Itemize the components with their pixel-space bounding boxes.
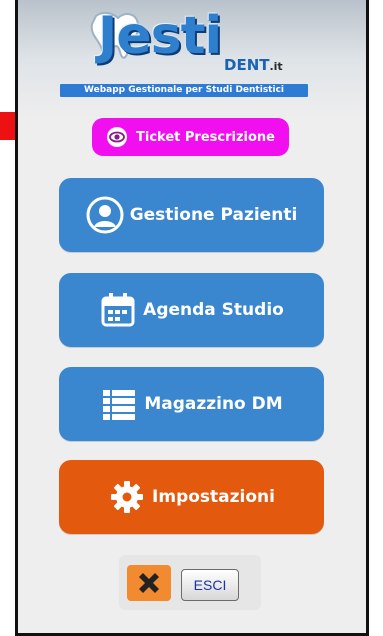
eye-icon	[106, 126, 128, 148]
impostazioni-button[interactable]: Impostazioni	[59, 460, 324, 534]
ticket-prescrizione-label: Ticket Prescrizione	[136, 129, 275, 145]
gestione-pazienti-button[interactable]: Gestione Pazienti	[59, 178, 324, 252]
gestione-pazienti-label: Gestione Pazienti	[129, 205, 298, 225]
logout-panel: ESCI	[119, 555, 261, 610]
close-icon	[139, 573, 159, 593]
agenda-studio-button[interactable]: Agenda Studio	[59, 273, 324, 347]
ticket-prescrizione-button[interactable]: Ticket Prescrizione	[92, 118, 289, 156]
esci-button[interactable]: ESCI	[181, 569, 239, 601]
logo-wordmark: Jesti	[98, 6, 222, 66]
app-frame: Jesti DENT.it Webapp Gestionale per Stud…	[15, 0, 369, 636]
calendar-icon	[99, 291, 137, 329]
user-circle-icon	[86, 196, 124, 234]
magazzino-dm-button[interactable]: Magazzino DM	[59, 367, 324, 441]
magazzino-dm-label: Magazzino DM	[144, 394, 283, 414]
logo-subtext: DENT.it	[224, 56, 283, 74]
agenda-studio-label: Agenda Studio	[143, 300, 284, 320]
list-icon	[100, 385, 138, 423]
app-tagline: Webapp Gestionale per Studi Dentistici	[60, 84, 308, 97]
close-button[interactable]	[127, 565, 171, 601]
gear-icon	[108, 478, 146, 516]
impostazioni-label: Impostazioni	[152, 487, 275, 507]
logo: Jesti DENT.it	[90, 6, 318, 80]
